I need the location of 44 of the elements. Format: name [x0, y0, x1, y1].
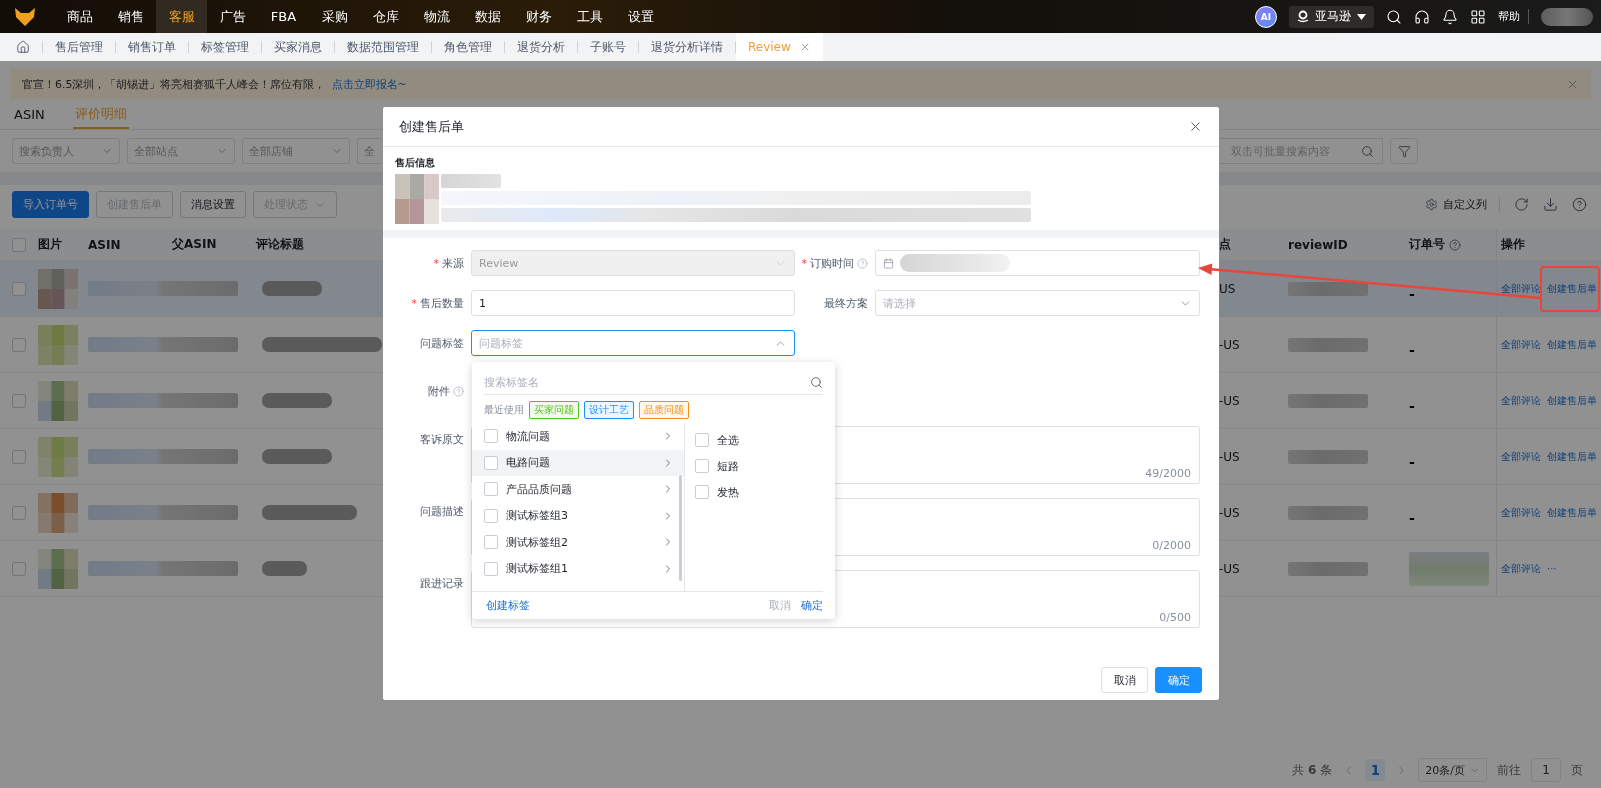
recent-label: 最近使用: [484, 403, 524, 417]
field-label: 最终方案: [824, 295, 868, 311]
table-cell: -US: [1219, 449, 1240, 464]
required-mark: *: [411, 296, 417, 310]
field-label: 来源: [442, 255, 464, 271]
table-cell: US: [1219, 281, 1236, 296]
goto-label: 前往: [1497, 761, 1521, 779]
column-header: 订单号: [1409, 236, 1445, 253]
table-cell-text: -: [1409, 508, 1415, 526]
table-cell-text: -: [1409, 284, 1415, 302]
total-count: 共 6 条: [1292, 761, 1333, 779]
field-label: 跟进记录: [420, 576, 464, 591]
table-cell-text: -: [1409, 396, 1415, 414]
char-counter: 0/500: [1159, 611, 1191, 624]
table-cell: -US: [1219, 561, 1240, 576]
column-header: ASIN: [88, 237, 121, 252]
field-label: 问题标签: [420, 335, 464, 351]
required-mark: *: [433, 256, 439, 270]
option-label: 短路: [717, 458, 739, 474]
column-header: 点: [1219, 236, 1231, 253]
field-label: 问题描述: [420, 504, 464, 519]
dialog-title: 创建售后单: [399, 117, 464, 136]
field-label: 附件: [428, 383, 450, 399]
table-cell: -US: [1219, 337, 1240, 352]
column-header: 操作: [1501, 236, 1525, 253]
column-header: 父ASIN: [172, 236, 217, 253]
field-label: 订购时间: [810, 255, 854, 271]
required-mark: *: [801, 256, 807, 270]
char-counter: 49/2000: [1145, 467, 1191, 480]
column-header: 图片: [38, 236, 62, 253]
column-header: reviewID: [1288, 237, 1348, 252]
table-cell: -US: [1219, 393, 1240, 408]
option-label: 全选: [717, 432, 739, 448]
table-cell-text: -: [1409, 340, 1415, 358]
table-cell-text: -: [1409, 452, 1415, 470]
table-cell: -US: [1219, 505, 1240, 520]
field-label: 客诉原文: [420, 432, 464, 447]
char-counter: 0/2000: [1152, 539, 1191, 552]
notice-text: 官宣！6.5深圳，「胡锡进」将亮相赛狐千人峰会！席位有限，: [22, 76, 326, 92]
column-header: 评论标题: [256, 236, 304, 253]
option-label: 发热: [717, 484, 739, 500]
section-title: 售后信息: [395, 156, 436, 170]
field-label: 售后数量: [420, 295, 464, 311]
goto-suffix: 页: [1571, 761, 1583, 779]
